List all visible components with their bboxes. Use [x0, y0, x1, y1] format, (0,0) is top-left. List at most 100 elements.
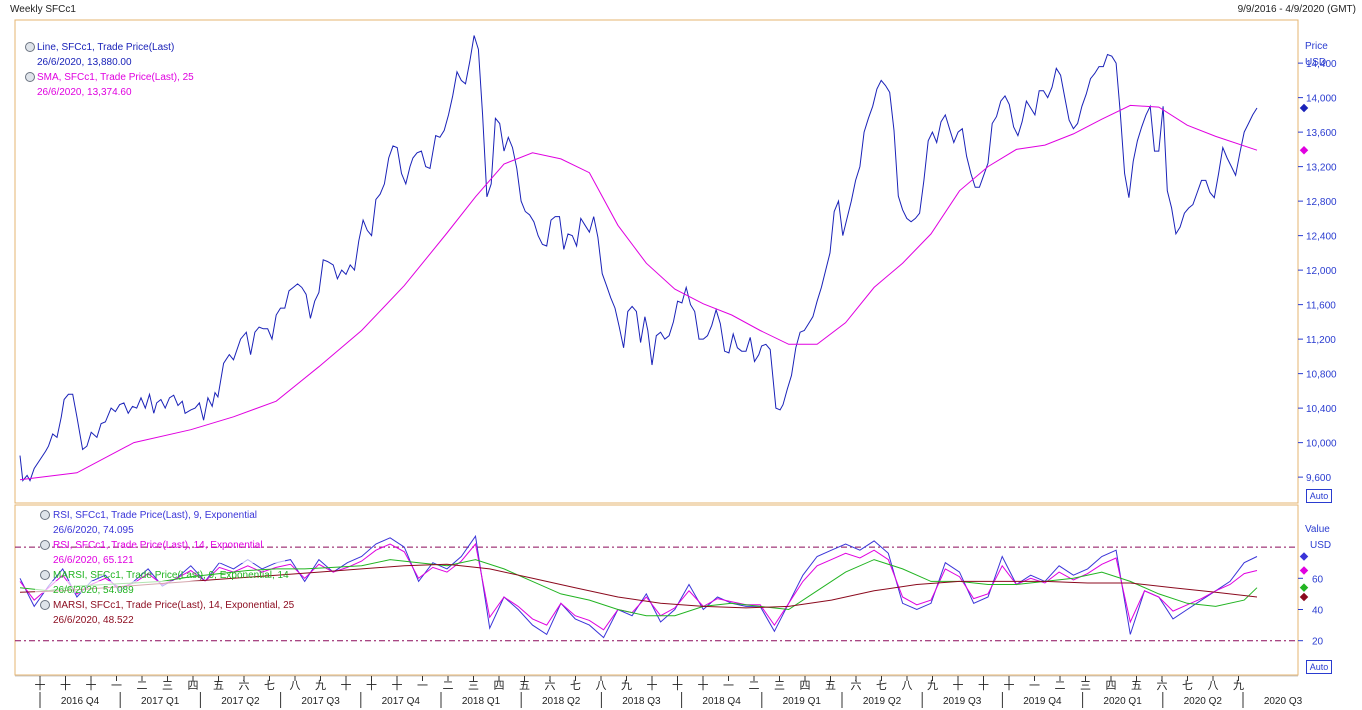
time-axis-month-label: 十: [978, 678, 989, 692]
time-axis-month-label: 二: [137, 679, 148, 692]
price-last-marker: [1299, 103, 1309, 113]
time-axis-month-label: 九: [927, 679, 938, 692]
time-axis-quarter-label: 2017 Q3: [301, 696, 340, 707]
legend-clock-icon: [40, 600, 50, 610]
price-ytick-label: 13,600: [1306, 128, 1337, 139]
legend-series-name: Line, SFCc1, Trade Price(Last): [37, 42, 174, 53]
time-axis-quarter-label: 2019 Q1: [783, 696, 822, 707]
rsi-9-last-marker: [1299, 552, 1309, 561]
time-axis-month-label: 一: [1029, 679, 1040, 692]
legend-indicator-value: 26/6/2020, 54.089: [53, 585, 134, 596]
time-axis-quarter-label: 2020 Q1: [1103, 696, 1142, 707]
legend-indicator-name: RSI, SFCc1, Trade Price(Last), 14, Expon…: [53, 540, 263, 551]
marsi-9-last-marker: [1299, 583, 1309, 592]
time-axis-month-label: 五: [825, 679, 836, 692]
time-axis-month-label: 一: [111, 679, 122, 692]
time-axis-month-label: 六: [545, 679, 556, 692]
indicator-ytick-label: 20: [1312, 637, 1324, 648]
time-axis-month-label: 一: [417, 679, 428, 692]
price-ytick-label: 13,200: [1306, 163, 1337, 174]
chart-window: Weekly SFCc1 9/9/2016 - 4/9/2020 (GMT) P…: [0, 0, 1362, 710]
legend-clock-icon: [25, 72, 35, 82]
time-axis-month-label: 三: [468, 679, 479, 692]
time-axis-month-label: 三: [774, 679, 785, 692]
time-axis-month-label: 二: [749, 679, 760, 692]
legend-series-value: 26/6/2020, 13,880.00: [37, 57, 132, 68]
price-auto-scale-button[interactable]: Auto: [1306, 489, 1332, 503]
time-axis-month-label: 十: [953, 678, 964, 692]
time-axis-month-label: 八: [290, 679, 301, 692]
legend-clock-icon: [25, 42, 35, 52]
price-panel-frame: [14, 19, 1299, 504]
time-axis-quarter-label: 2016 Q4: [61, 696, 100, 707]
legend-clock-icon: [40, 570, 50, 580]
time-axis-month-label: 八: [1208, 679, 1219, 692]
time-axis-month-label: 六: [851, 679, 862, 692]
time-axis-quarter-label: 2019 Q2: [863, 696, 902, 707]
time-axis-month-label: 十: [647, 678, 658, 692]
time-axis-month-label: 四: [800, 679, 811, 692]
time-axis-quarter-label: 2017 Q4: [382, 696, 421, 707]
indicator-auto-scale-button[interactable]: Auto: [1306, 660, 1332, 674]
legend-indicator-value: 26/6/2020, 74.095: [53, 525, 134, 536]
price-ytick-label: 9,600: [1306, 473, 1331, 484]
time-axis-month-label: 十: [392, 678, 403, 692]
price-ytick-label: 11,600: [1306, 301, 1336, 312]
time-axis-month-label: 八: [596, 679, 607, 692]
time-axis-month-label: 十: [341, 678, 352, 692]
marsi-14-last-marker: [1299, 592, 1309, 602]
time-axis-month-label: 十: [60, 678, 71, 692]
sma-line: [19, 104, 1258, 481]
time-axis-month-label: 七: [264, 679, 275, 692]
price-ytick-label: 12,000: [1306, 266, 1337, 277]
legend-indicator-name: RSI, SFCc1, Trade Price(Last), 9, Expone…: [53, 510, 257, 521]
legend-clock-icon: [40, 540, 50, 550]
time-axis-quarter-label: 2019 Q4: [1023, 696, 1062, 707]
indicator-axis-title: Value: [1305, 524, 1330, 535]
price-ytick-label: 10,400: [1306, 404, 1337, 415]
legend-series-value: 26/6/2020, 13,374.60: [37, 87, 132, 98]
time-axis-quarter-label: 2018 Q3: [622, 696, 661, 707]
price-ytick-label: 14,400: [1306, 59, 1337, 70]
time-axis-month-label: 九: [1233, 679, 1244, 692]
time-axis-month-label: 六: [239, 679, 250, 692]
indicator-axis-unit: USD: [1310, 540, 1331, 551]
price-ytick-label: 12,800: [1306, 197, 1337, 208]
time-axis-month-label: 六: [1157, 679, 1168, 692]
time-axis-month-label: 十: [366, 678, 377, 692]
time-axis-month-label: 九: [315, 679, 326, 692]
legend-indicator-value: 26/6/2020, 48.522: [53, 615, 134, 626]
time-axis-month-label: 八: [902, 679, 913, 692]
time-axis-month-label: 四: [1106, 679, 1117, 692]
price-ytick-label: 10,800: [1306, 370, 1337, 381]
time-axis-month-label: 一: [723, 679, 734, 692]
time-axis-month-label: 七: [1182, 679, 1193, 692]
chart-canvas[interactable]: Price USD 9,600 10,000 10,400 10,800 11,200 11,…: [0, 0, 1362, 710]
time-axis-month-label: 十: [35, 678, 46, 692]
legend-indicator-name: MARSI, SFCc1, Trade Price(Last), 14, Exp…: [53, 600, 295, 611]
price-ytick-label: 11,200: [1306, 335, 1336, 346]
legend-clock-icon: [40, 510, 50, 520]
time-axis-quarter-label: 2017 Q2: [221, 696, 260, 707]
time-axis-quarter-label: 2018 Q2: [542, 696, 581, 707]
rsi-14-last-marker: [1299, 566, 1309, 575]
time-axis-quarter-label: 2018 Q1: [462, 696, 501, 707]
price-ytick-label: 12,400: [1306, 232, 1337, 243]
time-axis-month-label: 七: [876, 679, 887, 692]
price-ytick-label: 14,000: [1306, 94, 1337, 105]
legend-indicator-name: MARSI, SFCc1, Trade Price(Last), 9, Expo…: [53, 570, 289, 581]
time-axis-quarter-label: 2020 Q2: [1184, 696, 1223, 707]
time-axis-month-label: 九: [621, 679, 632, 692]
time-axis-month-label: 五: [1131, 679, 1142, 692]
time-axis-month-label: 二: [1055, 679, 1066, 692]
sma-last-marker: [1299, 145, 1309, 155]
time-axis-month-label: 七: [570, 679, 581, 692]
time-axis-month-label: 三: [1080, 679, 1091, 692]
time-axis-month-label: 三: [162, 679, 173, 692]
time-axis-month-label: 五: [213, 679, 224, 692]
time-axis-quarter-label: 2017 Q1: [141, 696, 180, 707]
time-axis-month-label: 十: [1004, 678, 1015, 692]
time-axis-quarter-label: 2018 Q4: [702, 696, 741, 707]
indicator-ytick-label: 60: [1312, 574, 1324, 585]
time-axis-month-label: 四: [188, 679, 199, 692]
